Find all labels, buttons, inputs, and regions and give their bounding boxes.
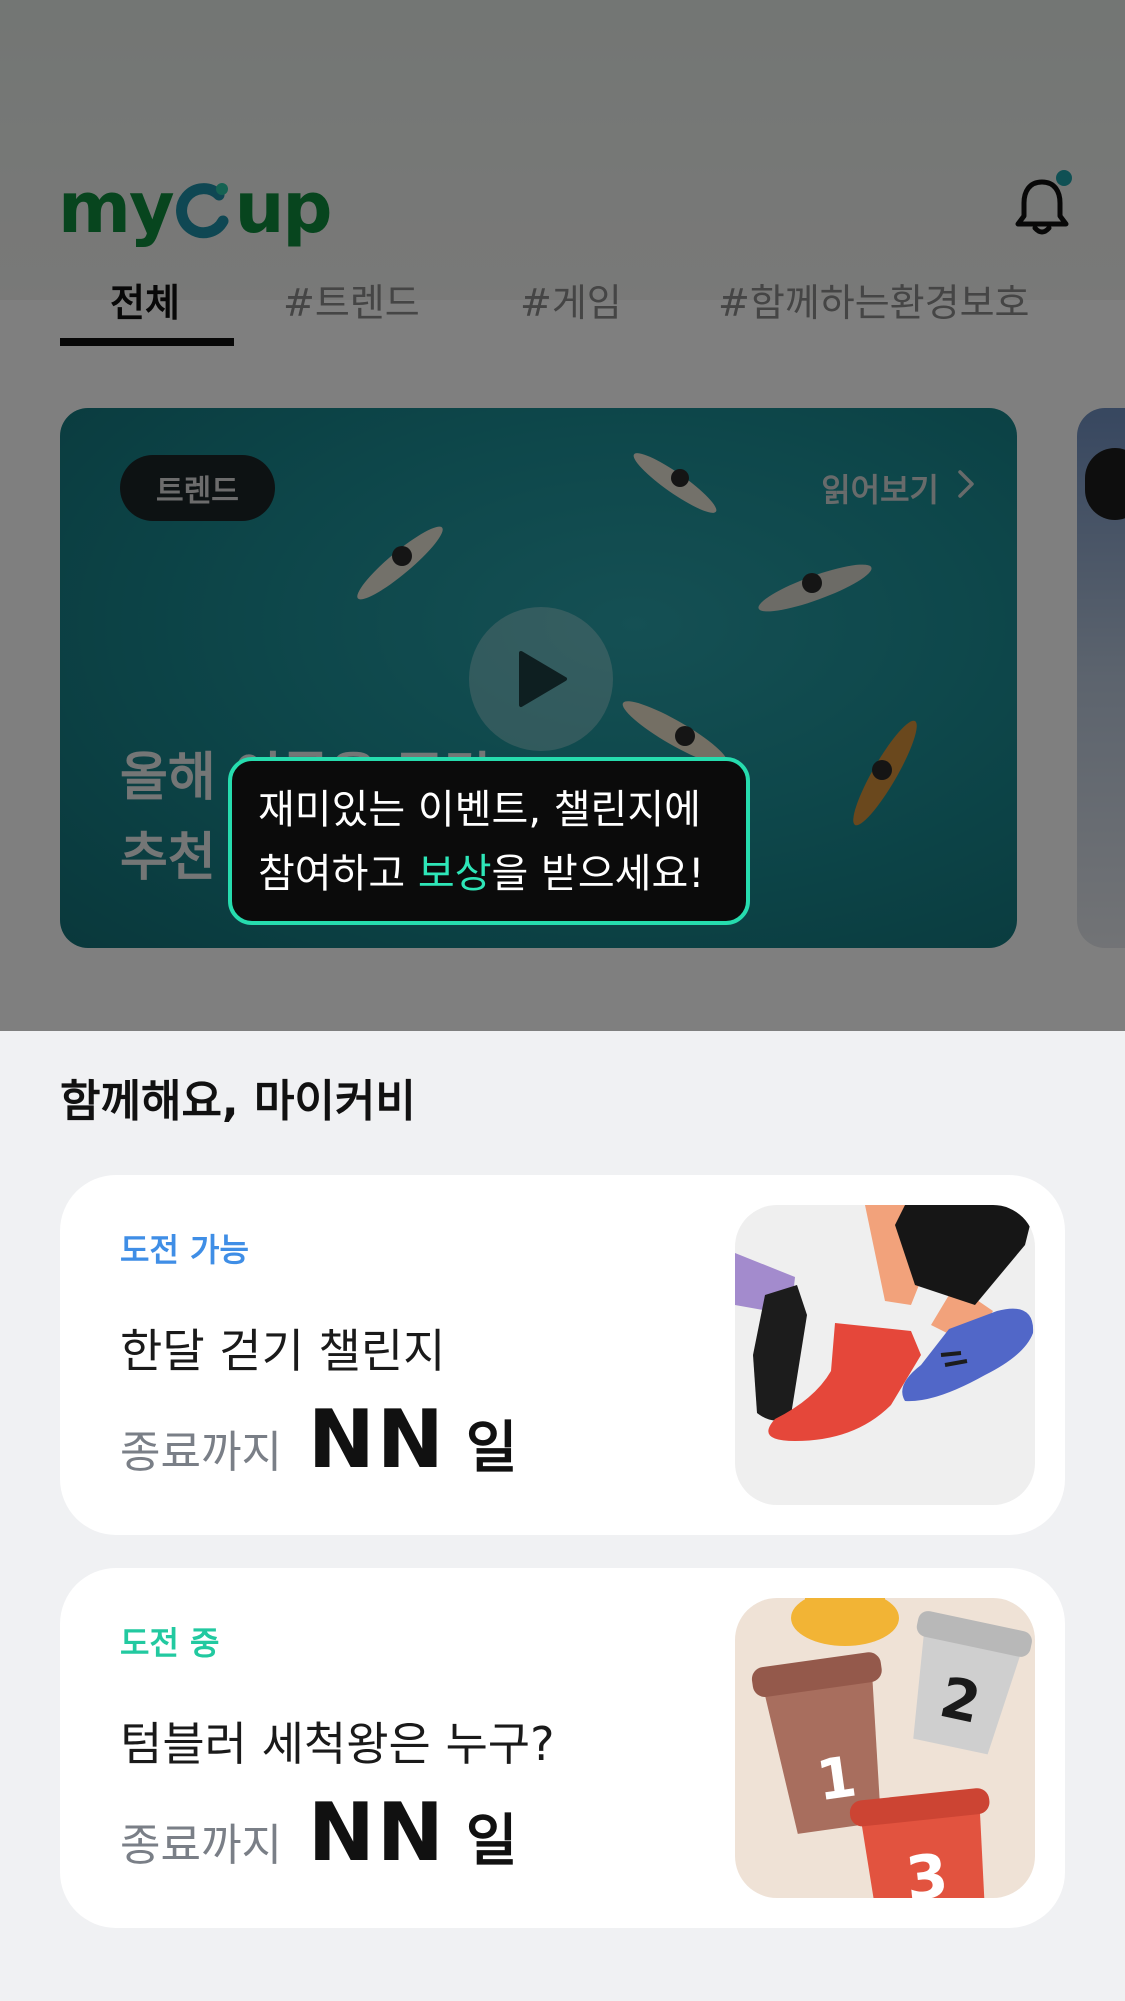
section-title: 함께해요, 마이커비 (60, 1076, 416, 1127)
until-label: 종료까지 (120, 1820, 282, 1871)
challenge-title: 한달 걷기 챌린지 (120, 1324, 446, 1378)
days-unit: 일 (465, 1416, 518, 1481)
tumbler-challenge-thumbnail: 2 1 3 (735, 1598, 1035, 1898)
days-remaining: NN (307, 1786, 446, 1879)
tooltip-line2-post: 을 받으세요! (491, 851, 705, 897)
challenge-card[interactable]: 도전 가능 한달 걷기 챌린지 종료까지 NN 일 (60, 1175, 1065, 1535)
until-label: 종료까지 (120, 1427, 282, 1478)
days-remaining: NN (307, 1393, 446, 1486)
challenge-title: 텀블러 세척왕은 누구? (120, 1717, 555, 1771)
walking-challenge-thumbnail (735, 1205, 1035, 1505)
cup-number: 3 (903, 1841, 952, 1898)
page: my up 전체 #트렌드 #게임 # (0, 0, 1125, 2001)
days-unit: 일 (465, 1809, 518, 1874)
tooltip-line2: 참여하고 보상을 받으세요! (258, 842, 746, 906)
tooltip-line2-pre: 참여하고 (258, 851, 418, 897)
challenge-status: 도전 중 (120, 1624, 220, 1662)
tooltip-highlight: 보상 (417, 851, 492, 897)
challenge-deadline: 종료까지 NN 일 (120, 1393, 517, 1493)
challenge-card[interactable]: 도전 중 텀블러 세척왕은 누구? 종료까지 NN 일 2 1 3 (60, 1568, 1065, 1928)
challenge-deadline: 종료까지 NN 일 (120, 1786, 517, 1886)
challenge-status: 도전 가능 (120, 1231, 249, 1269)
tooltip-line1: 재미있는 이벤트, 챌린지에 (258, 787, 701, 833)
event-tooltip: 재미있는 이벤트, 챌린지에 참여하고 보상을 받으세요! (228, 757, 750, 925)
